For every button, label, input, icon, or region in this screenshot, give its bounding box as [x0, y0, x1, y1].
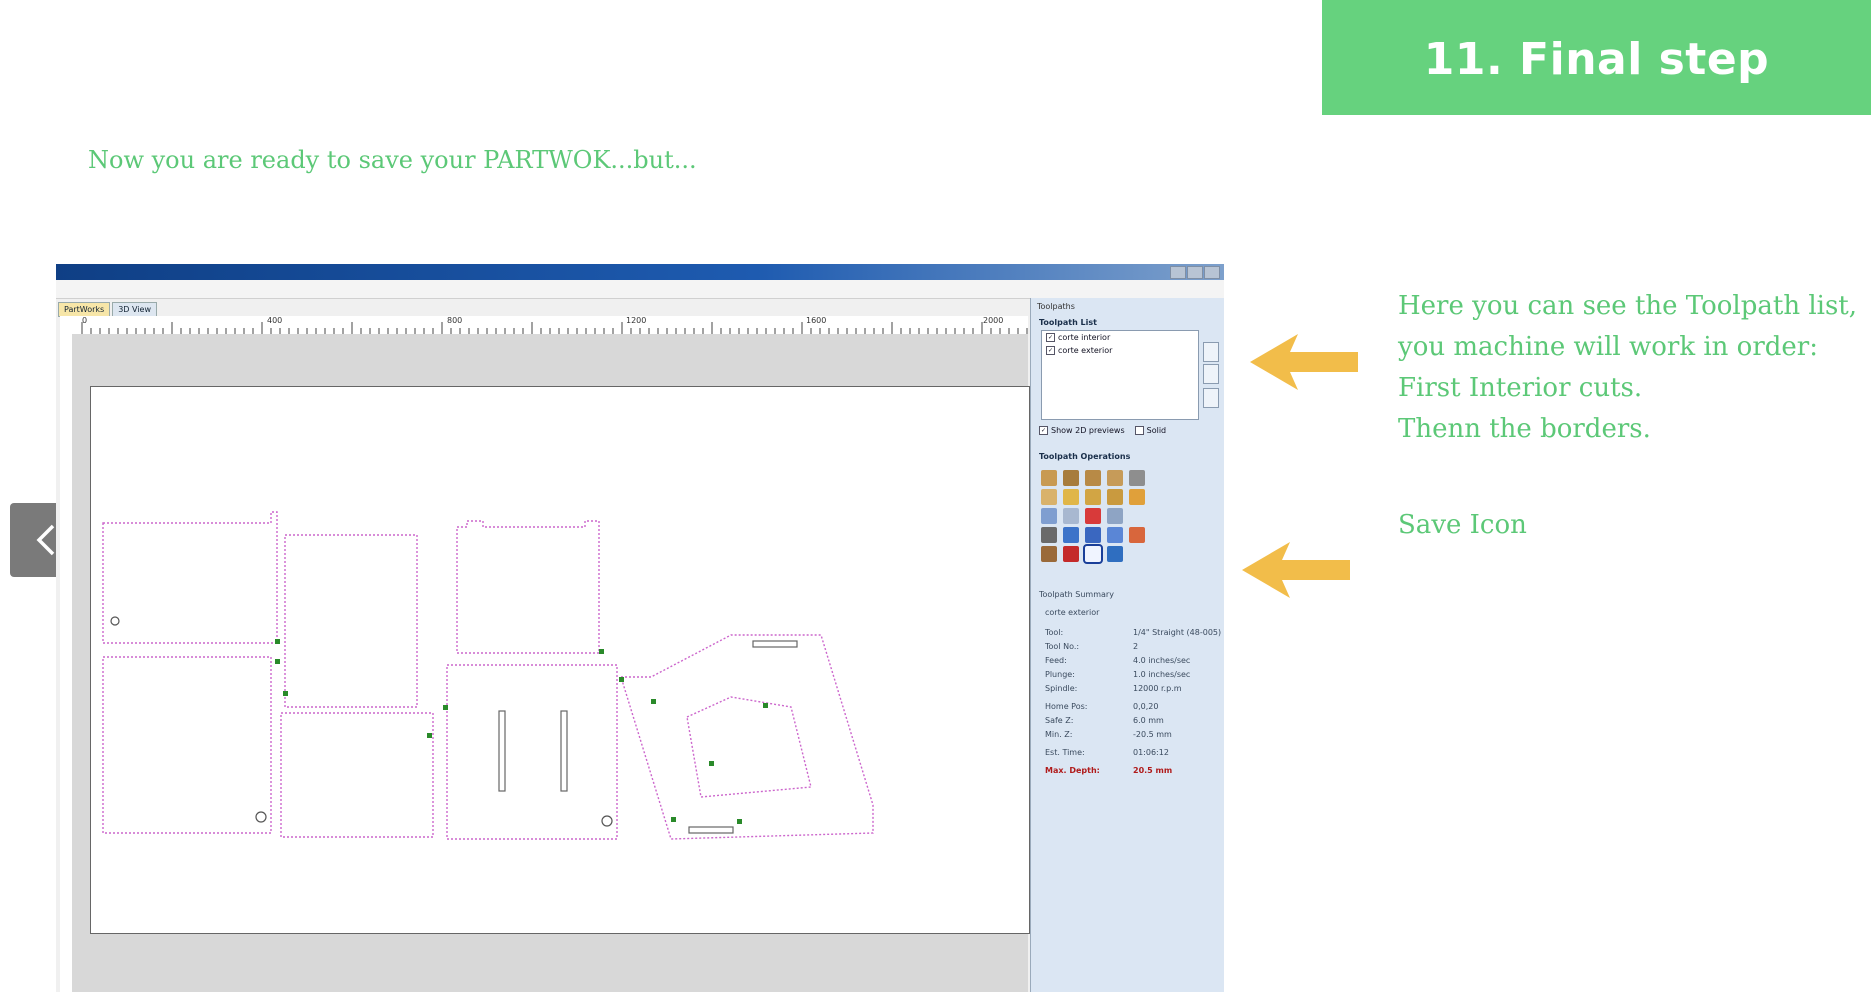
pocket-icon[interactable] — [1063, 470, 1079, 486]
texture-icon[interactable] — [1129, 489, 1145, 505]
summary-row: Min. Z: -20.5 mm — [1045, 730, 1172, 739]
delete-icon[interactable] — [1085, 508, 1101, 524]
ruler-ticks — [81, 322, 1028, 334]
text-icon[interactable] — [1129, 470, 1145, 486]
fluting-icon[interactable] — [1063, 489, 1079, 505]
material-sheet — [90, 386, 1030, 934]
toolpath-ops-title: Toolpath Operations — [1039, 452, 1131, 461]
summary-row: Est. Time: 01:06:12 — [1045, 748, 1169, 757]
menu-bar — [56, 280, 1224, 299]
edit-icon[interactable] — [1041, 508, 1057, 524]
note-line: you machine will work in order: — [1398, 332, 1818, 362]
ruler-label-0: 0 — [82, 316, 88, 325]
intro-text: Now you are ready to save your PARTWOK..… — [88, 146, 697, 174]
save-icon-note: Save Icon — [1398, 510, 1527, 540]
ruler-label-400: 400 — [267, 316, 283, 325]
arrow-left-icon — [1242, 542, 1350, 598]
toolpath-list: ✓ corte interior ✓ corte exterior — [1041, 330, 1199, 420]
toolpaths-panel: Toolpaths Toolpath List ✓ corte interior… — [1030, 298, 1224, 992]
page-title: 11. Final step — [1423, 34, 1770, 85]
show-2d-label: Show 2D previews — [1051, 426, 1125, 435]
checkbox[interactable]: ✓ — [1046, 346, 1055, 355]
move-up-button[interactable] — [1203, 342, 1219, 362]
maximize-icon[interactable] — [1187, 266, 1203, 279]
solid-label: Solid — [1146, 426, 1167, 435]
preview-options: ✓ Show 2D previews Solid — [1039, 426, 1166, 435]
ruler-label-1200: 1200 — [626, 316, 647, 325]
view-tabs: PartWorks 3D View — [58, 302, 157, 317]
recalculate-icon[interactable] — [1041, 527, 1057, 543]
toolpath-summary: Tool: 1/4" Straight (48-005) Tool No.: 2 F… — [1045, 628, 1221, 780]
arrow-left-icon — [1250, 334, 1358, 390]
minimize-icon[interactable] — [1170, 266, 1186, 279]
move-down-button[interactable] — [1203, 364, 1219, 384]
window-titlebar — [56, 264, 1224, 280]
stop-icon[interactable] — [1063, 546, 1079, 562]
simulate-icon[interactable] — [1085, 527, 1101, 543]
note-line: Here you can see the Toolpath list, — [1398, 291, 1858, 321]
summary-row: Tool No.: 2 — [1045, 642, 1139, 651]
summary-row: Home Pos: 0,0,20 — [1045, 702, 1159, 711]
reset-preview-icon[interactable] — [1107, 527, 1123, 543]
delete-toolpath-button[interactable] — [1203, 388, 1219, 408]
note-line: First Interior cuts. — [1398, 373, 1643, 403]
summary-row: Tool: 1/4" Straight (48-005) — [1045, 628, 1222, 637]
copy-icon[interactable] — [1063, 508, 1079, 524]
save-toolpath-icon[interactable] — [1083, 544, 1103, 564]
moulding-icon[interactable] — [1107, 489, 1123, 505]
toolpath-summary-title: Toolpath Summary — [1039, 590, 1114, 599]
checkbox[interactable]: ✓ — [1046, 333, 1055, 342]
empty-slot — [1129, 508, 1145, 524]
toolpath-list-title: Toolpath List — [1039, 318, 1097, 327]
toolpath-name: corte exterior — [1058, 346, 1113, 355]
inlay-icon[interactable] — [1041, 489, 1057, 505]
tab-3d-view[interactable]: 3D View — [112, 302, 157, 317]
note-line: Thenn the borders. — [1398, 414, 1651, 444]
solid-option[interactable]: Solid — [1134, 426, 1167, 435]
software-screenshot: PartWorks 3D View 0 400 800 1200 1600 20… — [56, 264, 1224, 992]
vcarve-icon[interactable] — [1107, 470, 1123, 486]
horizontal-ruler: 0 400 800 1200 1600 2000 — [60, 316, 1028, 335]
list-item[interactable]: ✓ corte exterior — [1042, 344, 1198, 357]
design-canvas[interactable] — [72, 334, 1030, 992]
toolpath-name: corte interior — [1058, 333, 1111, 342]
show-2d-option[interactable]: ✓ Show 2D previews — [1039, 426, 1125, 435]
summary-row: Plunge: 1.0 inches/sec — [1045, 670, 1191, 679]
ruler-label-2000: 2000 — [983, 316, 1004, 325]
list-item[interactable]: ✓ corte interior — [1042, 331, 1198, 344]
prism-icon[interactable] — [1085, 489, 1101, 505]
tab-partworks[interactable]: PartWorks — [58, 302, 111, 317]
template-icon[interactable] — [1107, 508, 1123, 524]
summary-toolpath-name: corte exterior — [1045, 608, 1100, 617]
summary-row: Safe Z: 6.0 mm — [1045, 716, 1164, 725]
tool-database-icon[interactable] — [1129, 527, 1145, 543]
close-icon[interactable] — [1204, 266, 1220, 279]
toolpath-drawing — [102, 511, 874, 840]
summary-row: Spindle: 12000 r.p.m — [1045, 684, 1182, 693]
panel-caption: Toolpaths — [1037, 302, 1075, 311]
profile-icon[interactable] — [1041, 470, 1057, 486]
checkbox[interactable]: ✓ — [1039, 426, 1048, 435]
summary-row: Feed: 4.0 inches/sec — [1045, 656, 1191, 665]
material-setup-icon[interactable] — [1041, 546, 1057, 562]
preview-icon[interactable] — [1063, 527, 1079, 543]
window-controls — [1170, 266, 1220, 279]
ruler-label-800: 800 — [447, 316, 463, 325]
title-banner: 11. Final step — [1322, 0, 1871, 115]
drill-icon[interactable] — [1085, 470, 1101, 486]
toolpath-note: Here you can see the Toolpath list, you … — [1398, 286, 1857, 450]
summary-row: Max. Depth: 20.5 mm — [1045, 766, 1173, 775]
checkbox[interactable] — [1134, 426, 1144, 435]
export-icon[interactable] — [1107, 546, 1123, 562]
ruler-label-1600: 1600 — [806, 316, 827, 325]
toolpath-operations — [1041, 470, 1147, 564]
